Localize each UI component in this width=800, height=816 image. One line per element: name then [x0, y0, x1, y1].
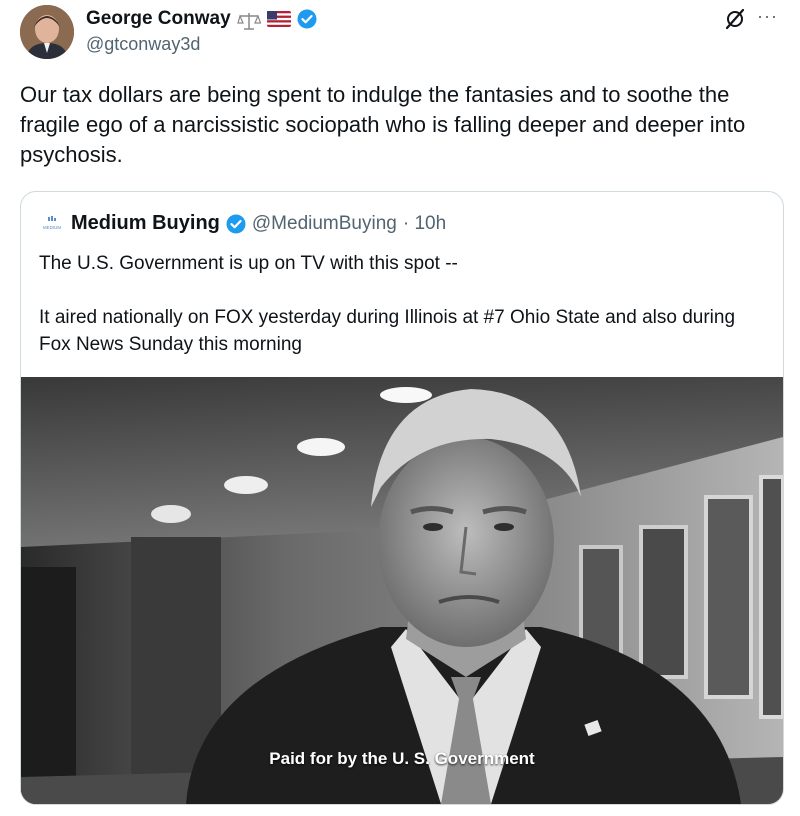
quote-text-line: The U.S. Government is up on TV with thi…	[39, 253, 458, 274]
us-flag-icon	[266, 11, 291, 27]
verified-icon	[226, 214, 246, 234]
author-avatar[interactable]	[20, 5, 74, 59]
quote-header: MEDIUM Medium Buying @MediumBuying · 10h	[39, 212, 446, 235]
more-options-icon[interactable]: ···	[757, 6, 778, 27]
author-name-row: George Conway	[86, 8, 317, 30]
quote-author-name[interactable]: Medium Buying	[71, 212, 220, 235]
grok-icon[interactable]	[724, 8, 746, 30]
quoted-tweet[interactable]: MEDIUM Medium Buying @MediumBuying · 10h…	[20, 191, 784, 805]
tweet-text: Our tax dollars are being spent to indul…	[20, 82, 746, 167]
verified-icon	[297, 9, 317, 29]
quote-text: The U.S. Government is up on TV with thi…	[39, 250, 759, 358]
video-caption: Paid for by the U. S. Government	[269, 749, 535, 768]
quote-video[interactable]: Paid for by the U. S. Government	[21, 377, 783, 804]
quote-text-line: It aired nationally on FOX yesterday dur…	[39, 307, 736, 355]
quote-timestamp[interactable]: · 10h	[403, 213, 446, 235]
video-frame	[21, 377, 783, 804]
scales-icon	[236, 11, 262, 30]
svg-text:MEDIUM: MEDIUM	[43, 225, 61, 230]
quote-author-handle[interactable]: @MediumBuying	[252, 213, 397, 235]
author-display-name[interactable]: George Conway	[86, 8, 231, 30]
medium-buying-logo: MEDIUM	[39, 215, 65, 233]
tweet: George Conway @gtconway3d ··· Our tax do…	[0, 0, 800, 816]
author-handle[interactable]: @gtconway3d	[86, 34, 200, 55]
